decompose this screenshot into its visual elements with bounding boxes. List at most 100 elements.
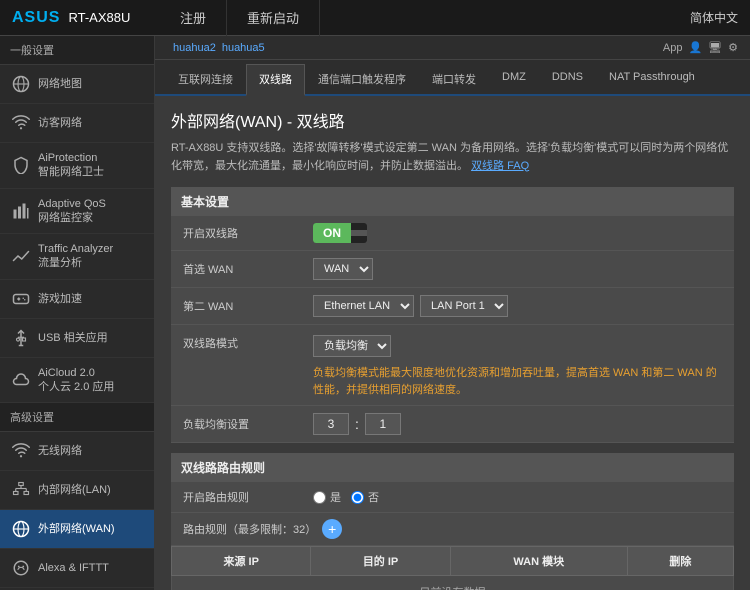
sidebar-item-usb-apps[interactable]: USB 相关应用 [0,319,154,358]
nav-restart[interactable]: 重新启动 [227,0,320,36]
sidebar-item-aicloud[interactable]: AiCloud 2.0 个人云 2.0 应用 [0,358,154,404]
status-icon-person[interactable]: 👤 [688,41,702,54]
tab-dual-wan[interactable]: 双线路 [246,64,305,96]
page-desc: RT-AX88U 支持双线路。选择'故障转移'模式设定第二 WAN 为备用网络。… [171,140,734,175]
dual-wan-mode-select[interactable]: 负载均衡 [313,335,391,357]
radio-no-label: 否 [368,489,379,505]
sidebar-item-alexa[interactable]: Alexa & IFTTT [0,549,154,588]
secondary-wan-type-select[interactable]: Ethernet LAN [313,295,414,317]
load-balance-label: 负载均衡设置 [183,416,313,432]
cloud-icon [10,369,32,391]
status-icon-monitor[interactable]: 🖥 [708,41,722,54]
add-rule-label: 路由规则（最多限制：32） [183,521,316,537]
routing-rules-section: 双线路路由规则 开启路由规则 是 否 [171,453,734,590]
sidebar-section-advanced: 高级设置 [0,403,154,432]
sidebar-item-lan[interactable]: 内部网络(LAN) [0,471,154,510]
dual-wan-mode-value: 负载均衡 负载均衡模式能最大限度地优化资源和增加吞吐量，提高首选 WAN 和第二… [313,335,722,398]
alexa-icon [10,557,32,579]
radio-no[interactable]: 否 [351,489,379,505]
tab-dmz[interactable]: DMZ [489,64,539,94]
sidebar-section-general: 一般设置 [0,36,154,65]
sidebar-label-lan: 内部网络(LAN) [38,483,111,497]
table-row-no-data: 目前没有数据 [172,576,734,590]
globe-icon [10,73,32,95]
balance-val2[interactable] [365,413,401,435]
tab-ddns[interactable]: DDNS [539,64,596,94]
status-bar: huahua2 huahua5 App 👤 🖥 ⚙ [155,36,750,60]
basic-settings-section: 基本设置 开启双线路 ON 首选 WAN [171,187,734,443]
balance-separator: : [355,416,359,432]
secondary-wan-port-select[interactable]: LAN Port 1 [420,295,508,317]
add-rule-button[interactable]: + [322,519,342,539]
sidebar-item-adaptive-qos[interactable]: Adaptive QoS 网络监控家 [0,189,154,235]
table-header-wan-module: WAN 模块 [450,547,627,576]
toggle-on: ON [313,223,351,243]
status-icons: App 👤 🖥 ⚙ [663,41,738,54]
enable-dual-wan-value: ON [313,223,367,243]
shield-icon [10,154,32,176]
secondary-wan-label: 第二 WAN [183,298,313,314]
traffic-icon [10,245,32,267]
asus-logo: ASUS [12,9,60,27]
sidebar-label-wireless: 无线网络 [38,444,82,458]
balance-val1[interactable] [313,413,349,435]
radio-yes[interactable]: 是 [313,489,341,505]
tab-port-trigger[interactable]: 通信端口触发程序 [305,64,419,94]
wan-icon [10,518,32,540]
radio-no-input[interactable] [351,491,364,504]
content-area: huahua2 huahua5 App 👤 🖥 ⚙ 互联网连接 双线路 通信端口… [155,36,750,590]
radio-yes-input[interactable] [313,491,326,504]
sidebar-label-aicloud: AiCloud 2.0 个人云 2.0 应用 [38,366,114,395]
balance-inputs: : [313,413,401,435]
enable-routing-rule-row: 开启路由规则 是 否 [171,482,734,513]
table-header-delete: 删除 [627,547,733,576]
nav-register[interactable]: 注册 [160,0,227,36]
page-content: 外部网络(WAN) - 双线路 RT-AX88U 支持双线路。选择'故障转移'模… [155,96,750,590]
faq-link[interactable]: 双线路 FAQ [471,160,529,172]
tab-port-forward[interactable]: 端口转发 [419,64,489,94]
router-model: RT-AX88U [68,10,130,25]
sidebar-label-alexa: Alexa & IFTTT [38,561,109,575]
status-ssid1: huahua2 [173,42,216,54]
load-balance-row: 负载均衡设置 : [171,406,734,443]
table-header-source-ip: 来源 IP [172,547,311,576]
routing-rule-table: 来源 IP 目的 IP WAN 模块 删除 目前没有数据 [171,546,734,590]
app-label: App [663,42,683,54]
secondary-wan-value: Ethernet LAN LAN Port 1 [313,295,508,317]
sidebar-label-usb: USB 相关应用 [38,331,108,345]
sidebar-item-traffic-analyzer[interactable]: Traffic Analyzer 流量分析 [0,234,154,280]
wireless-icon [10,440,32,462]
sidebar-label-game: 游戏加速 [38,292,82,306]
dual-wan-toggle[interactable]: ON [313,223,367,243]
no-data-cell: 目前没有数据 [172,576,734,590]
sidebar-item-wireless[interactable]: 无线网络 [0,432,154,471]
enable-routing-rule-value: 是 否 [313,489,379,505]
routing-rule-radio-group: 是 否 [313,489,379,505]
game-icon [10,288,32,310]
sidebar-label-adaptive-qos: Adaptive QoS 网络监控家 [38,197,106,226]
lang-select[interactable]: 简体中文 [690,9,738,26]
top-bar: ASUS RT-AX88U 注册 重新启动 简体中文 [0,0,750,36]
sidebar-item-aiprotection[interactable]: AiProtection 智能网络卫士 [0,143,154,189]
main-layout: 一般设置 网络地图 访客网络 AiProtection 智能网络卫士 Adapt… [0,36,750,590]
sidebar-item-wan[interactable]: 外部网络(WAN) [0,510,154,549]
sidebar-item-game-boost[interactable]: 游戏加速 [0,280,154,319]
primary-wan-row: 首选 WAN WAN [171,251,734,288]
tab-internet[interactable]: 互联网连接 [165,64,246,94]
tab-nat-passthrough[interactable]: NAT Passthrough [596,64,708,94]
secondary-wan-row: 第二 WAN Ethernet LAN LAN Port 1 [171,288,734,325]
table-header-dest-ip: 目的 IP [311,547,450,576]
status-icon-settings[interactable]: ⚙ [728,41,738,54]
basic-settings-header: 基本设置 [171,187,734,216]
qos-icon [10,200,32,222]
sidebar-label-aiprotection: AiProtection 智能网络卫士 [38,151,104,180]
enable-dual-wan-row: 开启双线路 ON [171,216,734,251]
toggle-off [351,230,367,236]
sidebar-label-wan: 外部网络(WAN) [38,522,115,536]
primary-wan-select[interactable]: WAN [313,258,373,280]
sidebar-item-network-map[interactable]: 网络地图 [0,65,154,104]
wifi-icon [10,112,32,134]
add-rule-row: 路由规则（最多限制：32） + [171,513,734,546]
sidebar-item-guest-network[interactable]: 访客网络 [0,104,154,143]
dual-wan-mode-label: 双线路模式 [183,335,313,351]
